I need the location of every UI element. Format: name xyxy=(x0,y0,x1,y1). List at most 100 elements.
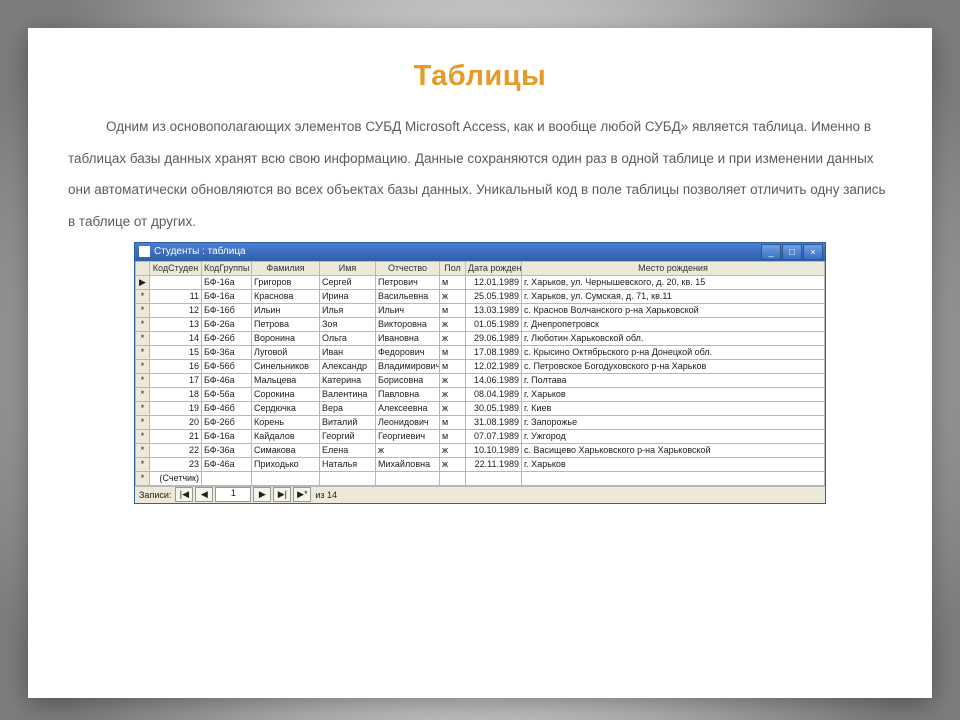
table-cell[interactable]: Краснова xyxy=(252,289,320,303)
table-cell[interactable]: Александр xyxy=(320,359,376,373)
table-cell[interactable]: 12.01.1989 xyxy=(466,275,522,289)
table-cell[interactable]: с. Краснов Волчанского р-на Харьковской xyxy=(522,303,825,317)
table-cell[interactable]: БФ-16а xyxy=(202,429,252,443)
table-cell[interactable]: БФ-16а xyxy=(202,275,252,289)
table-cell[interactable]: 17 xyxy=(150,373,202,387)
col-header[interactable]: Фамилия xyxy=(252,261,320,275)
table-cell[interactable]: Зоя xyxy=(320,317,376,331)
table-row[interactable]: *14БФ-26бВоронинаОльгаИвановнаж29.06.198… xyxy=(136,331,825,345)
table-cell[interactable]: ж xyxy=(376,443,440,457)
table-cell[interactable]: 18 xyxy=(150,387,202,401)
table-cell[interactable]: 17.08.1989 xyxy=(466,345,522,359)
table-cell[interactable]: Владимирович xyxy=(376,359,440,373)
table-cell[interactable]: БФ-16б xyxy=(202,303,252,317)
table-cell[interactable]: ж xyxy=(440,373,466,387)
table-cell[interactable]: Елена xyxy=(320,443,376,457)
table-cell[interactable]: г. Запорожье xyxy=(522,415,825,429)
table-cell[interactable]: ж xyxy=(440,457,466,471)
table-cell[interactable]: ж xyxy=(440,387,466,401)
table-cell[interactable]: 31.08.1989 xyxy=(466,415,522,429)
table-cell[interactable]: 16 xyxy=(150,359,202,373)
table-row[interactable]: *21БФ-16аКайдаловГеоргийГеоргиевичм07.07… xyxy=(136,429,825,443)
table-cell[interactable]: БФ-26а xyxy=(202,317,252,331)
table-cell[interactable]: г. Ужгород xyxy=(522,429,825,443)
table-cell[interactable]: Алексеевна xyxy=(376,401,440,415)
table-cell[interactable]: Михайловна xyxy=(376,457,440,471)
table-cell[interactable]: Сорокина xyxy=(252,387,320,401)
table-cell[interactable] xyxy=(252,471,320,485)
table-cell[interactable]: г. Харьков xyxy=(522,457,825,471)
table-cell[interactable]: г. Люботин Харьковской обл. xyxy=(522,331,825,345)
nav-prev-button[interactable]: ◀ xyxy=(195,487,213,502)
table-row[interactable]: *11БФ-16аКрасноваИринаВасильевнаж25.05.1… xyxy=(136,289,825,303)
table-cell[interactable]: (Счетчик) xyxy=(150,471,202,485)
table-cell[interactable]: с. Крысино Октябрьского р-на Донецкой об… xyxy=(522,345,825,359)
table-cell[interactable]: ж xyxy=(440,289,466,303)
table-cell[interactable]: * xyxy=(136,345,150,359)
table-cell[interactable]: Борисовна xyxy=(376,373,440,387)
table-cell[interactable]: Леонидович xyxy=(376,415,440,429)
table-cell[interactable]: Катерина xyxy=(320,373,376,387)
nav-record-input[interactable]: 1 xyxy=(215,487,251,502)
table-cell[interactable]: г. Харьков xyxy=(522,387,825,401)
table-cell[interactable]: * xyxy=(136,359,150,373)
table-cell[interactable]: Ильин xyxy=(252,303,320,317)
table-cell[interactable]: ▶ xyxy=(136,275,150,289)
table-cell[interactable]: 30.05.1989 xyxy=(466,401,522,415)
table-cell[interactable]: г. Харьков, ул. Сумская, д. 71, кв.11 xyxy=(522,289,825,303)
table-cell[interactable]: * xyxy=(136,401,150,415)
table-cell[interactable]: Ольга xyxy=(320,331,376,345)
table-cell[interactable]: БФ-36а xyxy=(202,443,252,457)
table-cell[interactable]: Григоров xyxy=(252,275,320,289)
table-cell[interactable]: * xyxy=(136,429,150,443)
col-header[interactable] xyxy=(136,261,150,275)
table-cell[interactable]: г. Полтава xyxy=(522,373,825,387)
table-cell[interactable]: 07.07.1989 xyxy=(466,429,522,443)
table-row[interactable]: *15БФ-36аЛуговойИванФедоровичм17.08.1989… xyxy=(136,345,825,359)
table-cell[interactable]: 14.06.1989 xyxy=(466,373,522,387)
table-cell[interactable]: м xyxy=(440,345,466,359)
table-cell[interactable]: г. Киев xyxy=(522,401,825,415)
table-cell[interactable]: Наталья xyxy=(320,457,376,471)
table-row[interactable]: *16БФ-56бСинельниковАлександрВладимирови… xyxy=(136,359,825,373)
table-cell[interactable]: 12 xyxy=(150,303,202,317)
maximize-button[interactable]: □ xyxy=(782,244,802,260)
table-cell[interactable]: Ивановна xyxy=(376,331,440,345)
table-cell[interactable]: 10.10.1989 xyxy=(466,443,522,457)
table-row[interactable]: *20БФ-26бКореньВиталийЛеонидовичм31.08.1… xyxy=(136,415,825,429)
table-cell[interactable]: 15 xyxy=(150,345,202,359)
table-cell[interactable]: БФ-26б xyxy=(202,415,252,429)
table-cell[interactable]: Валентина xyxy=(320,387,376,401)
table-cell[interactable]: Павловна xyxy=(376,387,440,401)
table-cell[interactable]: Сердючка xyxy=(252,401,320,415)
table-cell[interactable]: * xyxy=(136,457,150,471)
table-cell[interactable] xyxy=(320,471,376,485)
table-cell[interactable]: 23 xyxy=(150,457,202,471)
table-row[interactable]: *22БФ-36аСимаковаЕленажж10.10.1989с. Вас… xyxy=(136,443,825,457)
table-cell[interactable]: Синельников xyxy=(252,359,320,373)
table-cell[interactable]: с. Васищево Харьковского р-на Харьковско… xyxy=(522,443,825,457)
table-cell[interactable]: * xyxy=(136,331,150,345)
table-cell[interactable]: Георгий xyxy=(320,429,376,443)
table-cell[interactable] xyxy=(440,471,466,485)
nav-last-button[interactable]: ▶| xyxy=(273,487,291,502)
minimize-button[interactable]: _ xyxy=(761,244,781,260)
table-cell[interactable]: Мальцева xyxy=(252,373,320,387)
table-cell[interactable]: м xyxy=(440,303,466,317)
table-cell[interactable]: Георгиевич xyxy=(376,429,440,443)
col-header[interactable]: Место рождения xyxy=(522,261,825,275)
table-cell[interactable]: 25.05.1989 xyxy=(466,289,522,303)
table-cell[interactable]: ж xyxy=(440,443,466,457)
table-cell[interactable]: г. Харьков, ул. Чернышевского, д. 20, кв… xyxy=(522,275,825,289)
table-cell[interactable]: Петрова xyxy=(252,317,320,331)
table-cell[interactable]: Васильевна xyxy=(376,289,440,303)
table-cell[interactable]: БФ-16а xyxy=(202,289,252,303)
table-row[interactable]: *19БФ-46бСердючкаВераАлексеевнаж30.05.19… xyxy=(136,401,825,415)
table-cell[interactable]: Ильич xyxy=(376,303,440,317)
table-cell[interactable]: 19 xyxy=(150,401,202,415)
table-cell[interactable]: БФ-46а xyxy=(202,373,252,387)
table-cell[interactable]: 29.06.1989 xyxy=(466,331,522,345)
table-cell[interactable]: ж xyxy=(440,331,466,345)
table-cell[interactable]: 22 xyxy=(150,443,202,457)
table-cell[interactable]: * xyxy=(136,443,150,457)
